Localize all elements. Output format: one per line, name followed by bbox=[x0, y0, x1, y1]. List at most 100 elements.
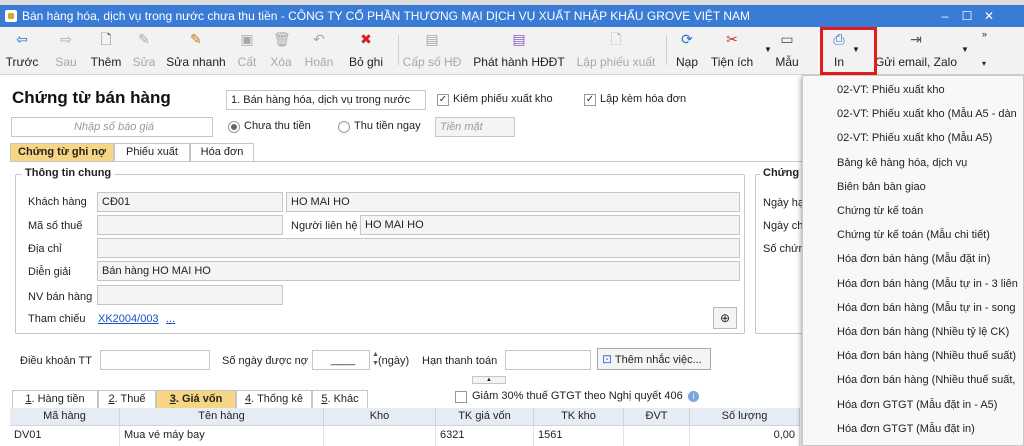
grid-cell[interactable] bbox=[324, 426, 436, 446]
contact-input[interactable]: HO MAI HO bbox=[360, 215, 740, 235]
general-info-title: Thông tin chung bbox=[22, 167, 115, 179]
address-input[interactable] bbox=[97, 238, 740, 258]
page-title: Chứng từ bán hàng bbox=[12, 88, 171, 107]
detail-tab-3[interactable]: 3. Giá vốn bbox=[156, 390, 236, 408]
info-icon[interactable]: i bbox=[688, 391, 699, 402]
credit-days-input[interactable]: ____ bbox=[312, 350, 370, 370]
n-p-button[interactable]: ⟳ Nạp bbox=[672, 31, 702, 71]
sales-staff-input[interactable] bbox=[97, 285, 283, 305]
print-menu-item[interactable]: 02-VT: Phiếu xuất kho (Mẫu A5) bbox=[837, 129, 992, 147]
delete-icon: 🗑 bbox=[273, 31, 291, 47]
detail-tab-2[interactable]: 2. Thuế bbox=[98, 390, 156, 408]
print-menu-item[interactable]: Hóa đơn bán hàng (Mẫu đặt in) bbox=[837, 250, 990, 268]
grid-header[interactable]: TK giá vốn bbox=[436, 408, 534, 426]
description-label: Diễn giải bbox=[28, 266, 71, 278]
print-menu-item[interactable]: Hóa đơn bán hàng (Mẫu tự in - song bbox=[837, 299, 1015, 317]
tab-export-slip[interactable]: Phiếu xuất bbox=[114, 143, 190, 161]
toolbar-button-label: Trước bbox=[5, 55, 39, 69]
due-date-input[interactable] bbox=[505, 350, 591, 370]
reference-link[interactable]: XK2004/003 bbox=[98, 313, 159, 325]
tr-c-button[interactable]: ⇦ Trước bbox=[2, 31, 42, 71]
invoice-checkbox[interactable]: ✓ bbox=[584, 94, 596, 106]
grid-header[interactable]: ĐVT bbox=[624, 408, 690, 426]
s-a-nhanh-button[interactable]: ✎ Sửa nhanh bbox=[166, 31, 226, 71]
g-i-email-zalo-button[interactable]: ⇥ Gửi email, Zalo bbox=[870, 31, 962, 71]
print-menu-item[interactable]: Hóa đơn bán hàng (Nhiều thuế suất) bbox=[837, 347, 1016, 365]
print-menu-item[interactable]: Biên bản bàn giao bbox=[837, 178, 926, 196]
paid-label: Thu tiền ngay bbox=[354, 120, 421, 132]
grid-cell[interactable]: DV01 bbox=[10, 426, 120, 446]
grid-header[interactable]: Mã hàng bbox=[10, 408, 120, 426]
x-a-button[interactable]: 🗑 Xóa bbox=[266, 31, 296, 71]
toolbar-button-label: Hoãn bbox=[304, 55, 334, 69]
grid-header[interactable]: TK kho bbox=[534, 408, 624, 426]
unpaid-radio[interactable] bbox=[228, 121, 240, 133]
payment-terms-input[interactable] bbox=[100, 350, 210, 370]
print-menu-item[interactable]: Bảng kê hàng hóa, dịch vụ bbox=[837, 154, 967, 172]
grid-header[interactable]: Số lượng bbox=[690, 408, 800, 426]
grid-cell[interactable]: Mua vé máy bay bbox=[120, 426, 324, 446]
collapse-toggle-icon[interactable]: ▲ bbox=[472, 376, 506, 384]
l-p-phi-u-xu-t-button[interactable]: 🗋 Lập phiếu xuất bbox=[574, 31, 658, 71]
print-menu-item[interactable]: 02-VT: Phiếu xuất kho bbox=[837, 81, 945, 99]
payment-method-select[interactable]: Tiền mặt bbox=[435, 117, 515, 137]
description-input[interactable]: Bán hàng HO MAI HO bbox=[97, 261, 740, 281]
tab-debit-voucher[interactable]: Chứng từ ghi nợ bbox=[10, 143, 114, 161]
m-u-button[interactable]: ▭ Mẫu bbox=[770, 31, 804, 71]
print-menu-item[interactable]: Hóa đơn bán hàng (Mẫu tự in - 3 liên bbox=[837, 275, 1018, 293]
print-menu-item[interactable]: Hóa đơn GTGT (Mẫu đặt in) bbox=[837, 420, 975, 438]
toolbar-button-label: Sửa bbox=[132, 55, 156, 69]
tax-code-input[interactable] bbox=[97, 215, 283, 235]
ho-n-button[interactable]: ↶ Hoãn bbox=[300, 31, 338, 71]
close-button[interactable]: ✕ bbox=[978, 5, 1000, 27]
detail-tab-5[interactable]: 5. Khác bbox=[312, 390, 368, 408]
print-menu-item[interactable]: Hóa đơn GTGT (Mẫu đặt in - A5) bbox=[837, 396, 997, 414]
quote-number-input[interactable]: Nhập số báo giá bbox=[11, 117, 213, 137]
c-p-s-h--button[interactable]: ▤ Cấp số HĐ bbox=[402, 31, 462, 71]
export-slip-checkbox[interactable]: ✓ bbox=[437, 94, 449, 106]
print-menu-item[interactable]: Hóa đơn bán hàng (Nhiều tỷ lệ CK) bbox=[837, 323, 1009, 341]
customer-code-input[interactable]: CĐ01 bbox=[97, 192, 283, 212]
grid-cell[interactable]: 0,00 bbox=[690, 426, 800, 446]
unpost-icon: ✖ bbox=[360, 31, 372, 47]
reference-more-link[interactable]: ... bbox=[166, 313, 175, 325]
toolbar-button-label: Sửa nhanh bbox=[166, 55, 226, 69]
th-m-button[interactable]: 🗋 Thêm bbox=[86, 31, 126, 71]
credit-days-unit: (ngày) bbox=[378, 355, 410, 367]
s-a-button[interactable]: ✎ Sửa bbox=[130, 31, 158, 71]
detail-tab-4[interactable]: 4. Thống kê bbox=[236, 390, 312, 408]
ph-t-h-nh-h-t-button[interactable]: ▤ Phát hành HĐĐT bbox=[470, 31, 568, 71]
toolbar-button-label: Tiện ích bbox=[710, 55, 754, 69]
print-menu-item[interactable]: Hóa đơn bán hàng (Nhiều thuế suất, bbox=[837, 371, 1015, 389]
grid-cell[interactable]: 6321 bbox=[436, 426, 534, 446]
sales-staff-label: NV bán hàng bbox=[28, 291, 93, 303]
print-menu-item[interactable]: Chứng từ kế toán (Mẫu chi tiết) bbox=[837, 226, 990, 244]
ti-n-ch-button[interactable]: ✂ Tiện ích bbox=[708, 31, 756, 71]
print-menu-item[interactable]: Chứng từ kế toán bbox=[837, 202, 923, 220]
c-t-button[interactable]: ▣ Cất bbox=[232, 31, 262, 71]
minimize-button[interactable]: – bbox=[934, 5, 956, 27]
toolbar-button-label: Phát hành HĐĐT bbox=[473, 55, 565, 69]
maximize-button[interactable]: ☐ bbox=[956, 5, 978, 27]
paid-radio[interactable] bbox=[338, 121, 350, 133]
toolbar-button-label: Sau bbox=[55, 55, 77, 69]
print-menu-item[interactable]: 02-VT: Phiếu xuất kho (Mẫu A5 - dàn bbox=[837, 105, 1017, 123]
customer-name-input[interactable]: HO MAI HO bbox=[286, 192, 740, 212]
detail-tab-1[interactable]: 1. Hàng tiền bbox=[12, 390, 98, 408]
vat-reduction-checkbox[interactable] bbox=[455, 391, 467, 403]
add-reminder-button[interactable]: ⊡ Thêm nhắc việc... bbox=[597, 348, 711, 370]
issue-einvoice-icon: ▤ bbox=[512, 31, 526, 47]
grid-header[interactable]: Kho bbox=[324, 408, 436, 426]
grid-header[interactable]: Tên hàng bbox=[120, 408, 324, 426]
sale-type-select[interactable]: 1. Bán hàng hóa, dịch vụ trong nước bbox=[226, 90, 426, 110]
b-ghi-button[interactable]: ✖ Bỏ ghi bbox=[344, 31, 388, 71]
grid-cell[interactable]: 1561 bbox=[534, 426, 624, 446]
grid-cell[interactable] bbox=[624, 426, 690, 446]
add-reminder-label: Thêm nhắc việc... bbox=[614, 354, 702, 366]
reminder-icon: ⊡ bbox=[602, 352, 613, 366]
unpaid-label: Chưa thu tiền bbox=[244, 120, 311, 132]
zoom-search-icon[interactable]: ⊕ bbox=[713, 307, 737, 329]
sau-button[interactable]: ⇨ Sau bbox=[50, 31, 82, 71]
toolbar-button-label: Gửi email, Zalo bbox=[874, 55, 958, 69]
tab-invoice[interactable]: Hóa đơn bbox=[190, 143, 254, 161]
